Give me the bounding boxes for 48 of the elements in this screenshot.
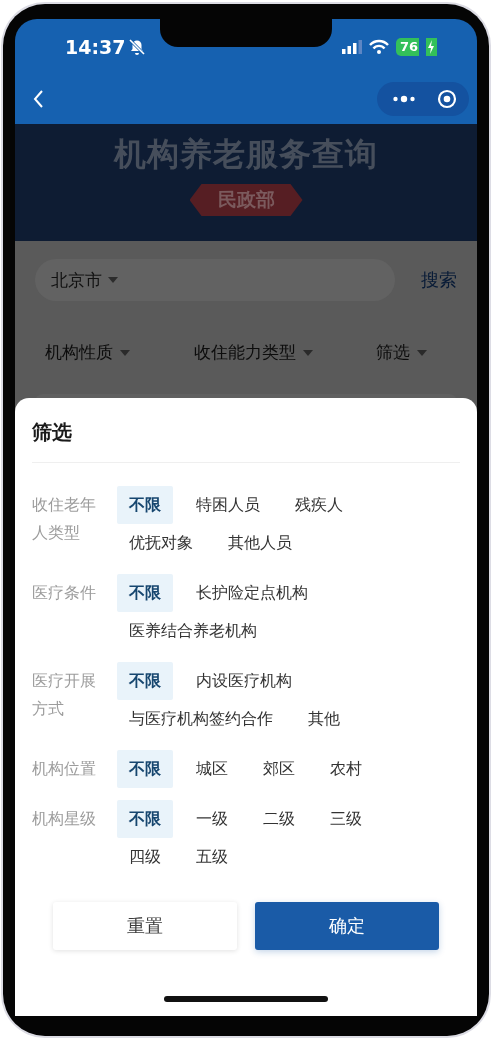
option-chip[interactable]: 郊区 [251, 750, 307, 788]
signal-icon [341, 39, 362, 54]
option-chip[interactable]: 不限 [117, 750, 173, 788]
sheet-title: 筛选 [32, 398, 460, 463]
group-label: 收住老年人类型 [32, 494, 97, 544]
group-label: 医疗开展方式 [32, 670, 97, 720]
battery-level: 76 [395, 37, 419, 56]
badge: 民政部 [189, 184, 303, 216]
option-chip[interactable]: 特困人员 [184, 486, 272, 524]
group-label: 机构星级 [32, 808, 97, 830]
option-chip[interactable]: 三级 [318, 800, 374, 838]
option-chip[interactable]: 优抚对象 [117, 524, 205, 562]
option-chip[interactable]: 长护险定点机构 [184, 574, 320, 612]
option-chip[interactable]: 不限 [117, 662, 173, 700]
chevron-left-icon [33, 90, 44, 108]
option-chip[interactable]: 残疾人 [283, 486, 355, 524]
option-chip[interactable]: 二级 [251, 800, 307, 838]
caret-icon [108, 277, 118, 283]
time: 14:37 [65, 35, 126, 58]
dots-icon [393, 95, 415, 103]
wifi-icon [368, 39, 389, 54]
reset-button[interactable]: 重置 [53, 902, 237, 950]
group-label: 医疗条件 [32, 582, 97, 604]
option-chip[interactable]: 一级 [184, 800, 240, 838]
option-chip[interactable]: 农村 [318, 750, 374, 788]
target-icon [437, 89, 457, 109]
option-chip[interactable]: 不限 [117, 574, 173, 612]
option-chip[interactable]: 其他人员 [216, 524, 304, 562]
more-button[interactable] [393, 95, 415, 103]
group-label: 机构位置 [32, 758, 97, 780]
option-chip[interactable]: 内设医疗机构 [184, 662, 304, 700]
bell-slash-icon [128, 37, 147, 56]
option-chip[interactable]: 不限 [117, 800, 173, 838]
option-chip[interactable]: 五级 [184, 838, 240, 876]
option-chip[interactable]: 城区 [184, 750, 240, 788]
option-chip[interactable]: 其他 [296, 700, 352, 738]
banner-title: 机构养老服务查询 [114, 134, 378, 175]
option-chip[interactable]: 四级 [117, 838, 173, 876]
caret-icon [417, 349, 427, 356]
battery-bolt-icon [426, 37, 437, 56]
option-chip[interactable]: 不限 [117, 486, 173, 524]
back-button[interactable] [33, 90, 44, 108]
option-chip[interactable]: 医养结合养老机构 [117, 612, 269, 650]
confirm-button[interactable]: 确定 [255, 902, 439, 950]
caret-icon [302, 349, 313, 356]
caret-icon [120, 349, 130, 356]
option-chip[interactable]: 与医疗机构签约合作 [117, 700, 285, 738]
close-button[interactable] [437, 89, 457, 109]
